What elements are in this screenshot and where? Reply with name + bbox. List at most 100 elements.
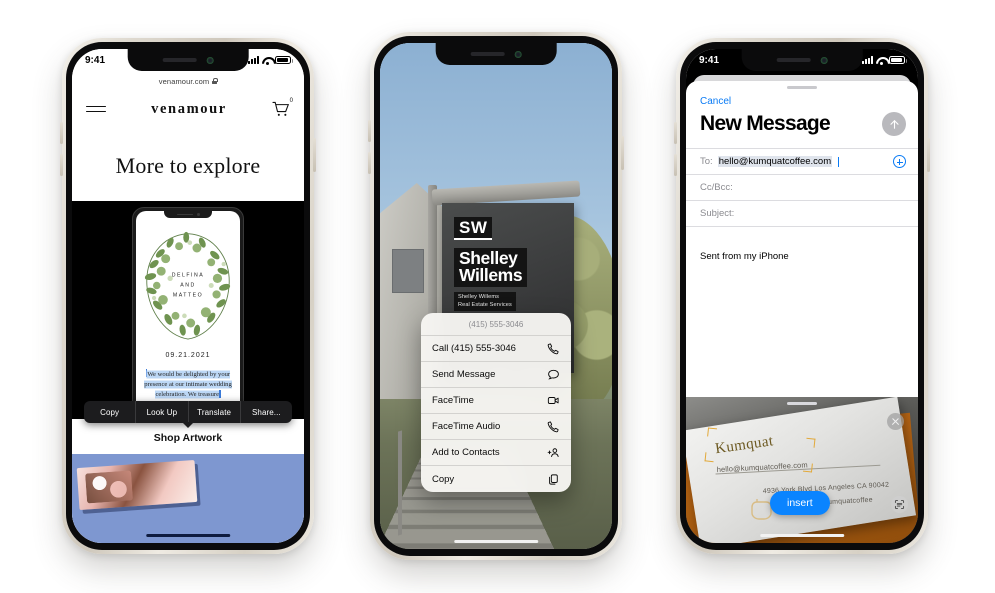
menu-item-copy[interactable]: Copy (84, 401, 137, 423)
handrail-background (398, 430, 402, 536)
to-field-row[interactable]: To: hello@kumquatcoffee.com (686, 149, 918, 176)
camera-viewfinder: SW Shelley Willems Shelley Willems Real … (380, 43, 612, 549)
context-item-send-message[interactable]: Send Message (421, 362, 571, 388)
volume-down-button-3[interactable] (674, 154, 677, 176)
copy-icon (549, 473, 558, 485)
product-showcase: DELFINA AND MATTEO 09.21.2021 We would b… (72, 201, 304, 419)
close-x-icon[interactable] (887, 413, 904, 430)
phone-screen-3: 9:41 Cancel New Message To: hello@kumqua… (686, 49, 918, 543)
send-button[interactable] (882, 112, 906, 137)
invite-name-1: DELFINA (171, 271, 205, 278)
sign-name-line2: Willems (459, 265, 523, 286)
context-item-facetime-audio[interactable]: FaceTime Audio (421, 414, 571, 440)
context-item-copy-label: Copy (432, 473, 455, 485)
invite-name-2: MATTEO (172, 292, 204, 299)
selection-handle-end[interactable] (219, 389, 221, 398)
phone-bezel-3: 9:41 Cancel New Message To: hello@kumqua… (680, 42, 924, 550)
cc-bcc-field-row[interactable]: Cc/Bcc: (686, 175, 918, 202)
context-item-copy[interactable]: Copy (421, 466, 571, 492)
mini-phone-screen: DELFINA AND MATTEO 09.21.2021 We would b… (136, 211, 240, 415)
subject-field-row[interactable]: Subject: (686, 201, 918, 228)
context-item-send-message-label: Send Message (432, 369, 496, 380)
mail-body-signature[interactable]: Sent from my iPhone (686, 227, 918, 262)
phone-screen-2: SW Shelley Willems Shelley Willems Real … (380, 43, 612, 549)
site-logo[interactable]: venamour (151, 101, 227, 118)
status-icons (248, 56, 293, 65)
shopping-cart-icon[interactable]: 0 (272, 98, 293, 117)
hamburger-menu-icon[interactable] (86, 105, 106, 113)
scanner-grabber[interactable] (787, 402, 817, 406)
cc-bcc-label: Cc/Bcc: (700, 182, 733, 194)
phone-screen-1: 9:41 venamour.com venamour 0 More to exp… (72, 49, 304, 543)
home-indicator-2[interactable] (454, 539, 538, 543)
battery-icon (275, 56, 293, 64)
cellular-bars-icon (862, 56, 873, 64)
screenshot-canvas: 9:41 venamour.com venamour 0 More to exp… (0, 0, 995, 593)
phone-icon (547, 421, 559, 433)
phone-device-2: SW Shelley Willems Shelley Willems Real … (368, 32, 624, 560)
live-text-scan-icon[interactable] (891, 496, 908, 513)
sign-sub-line1: Shelley Willems (458, 294, 499, 301)
url-text: venamour.com (158, 76, 210, 86)
lock-icon (212, 78, 219, 84)
invitation-names: DELFINA AND MATTEO (136, 270, 240, 301)
invitation-body-text[interactable]: We would be delighted by your presence a… (136, 369, 240, 401)
page-title: More to explore (115, 153, 261, 178)
phone-device-1: 9:41 venamour.com venamour 0 More to exp… (60, 38, 316, 554)
context-item-call[interactable]: Call (415) 555-3046 (421, 336, 571, 362)
artwork-banner[interactable] (72, 454, 304, 543)
earpiece-speaker (162, 58, 197, 62)
to-input[interactable]: hello@kumquatcoffee.com (717, 156, 833, 168)
earpiece-speaker-2 (470, 52, 505, 56)
home-indicator-1[interactable] (146, 533, 230, 537)
context-item-facetime[interactable]: FaceTime (421, 388, 571, 414)
sign-subtitle: Shelley Willems Real Estate Services (454, 292, 516, 312)
compose-sheet: Cancel New Message To: hello@kumquatcoff… (686, 81, 918, 397)
phone-number-context-menu[interactable]: (415) 555-3046 Call (415) 555-3046 Send … (421, 313, 571, 492)
context-menu-header: (415) 555-3046 (421, 313, 571, 336)
sign-monogram: SW (454, 217, 493, 240)
front-camera-icon (206, 56, 214, 64)
live-text-scanner-panel: Kumquat hello@kumquatcoffee.com 4936 Yor… (686, 397, 918, 543)
safari-url-bar[interactable]: venamour.com (72, 71, 304, 91)
volume-up-button-2[interactable] (368, 120, 371, 142)
phone-device-3: 9:41 Cancel New Message To: hello@kumqua… (674, 38, 930, 554)
phone-icon (547, 343, 559, 355)
text-caret (837, 156, 839, 167)
context-item-call-label: Call (415) 555-3046 (432, 343, 516, 354)
invite-name-and: AND (180, 282, 196, 289)
home-indicator-3[interactable] (760, 533, 844, 537)
power-button[interactable] (313, 138, 316, 172)
status-time: 9:41 (85, 54, 106, 66)
message-bubble-icon (548, 369, 559, 380)
safari-page: venamour.com venamour 0 More to explore … (72, 49, 304, 543)
power-button-2[interactable] (621, 136, 624, 170)
recipient-fields: To: hello@kumquatcoffee.com Cc/Bcc: Subj… (686, 148, 918, 228)
volume-up-button-3[interactable] (674, 122, 677, 144)
text-selection-menu[interactable]: Copy Look Up Translate Share... (84, 401, 292, 423)
floral-wreath-illustration: DELFINA AND MATTEO (136, 223, 240, 348)
add-contact-plus-icon[interactable] (893, 155, 906, 169)
volume-down-button[interactable] (60, 154, 63, 176)
menu-item-look-up[interactable]: Look Up (136, 401, 189, 423)
add-person-icon (547, 448, 559, 458)
phone-bezel-2: SW Shelley Willems Shelley Willems Real … (374, 36, 618, 556)
volume-up-button[interactable] (60, 122, 63, 144)
power-button-3[interactable] (927, 138, 930, 172)
cancel-button[interactable]: Cancel (686, 89, 918, 107)
send-arrow-up-icon (889, 120, 899, 129)
insert-button[interactable]: insert (770, 491, 830, 515)
context-item-add-to-contacts[interactable]: Add to Contacts (421, 440, 571, 466)
front-camera-icon-2 (514, 50, 522, 58)
menu-item-translate[interactable]: Translate (189, 401, 241, 423)
phone-bezel-1: 9:41 venamour.com venamour 0 More to exp… (66, 42, 310, 550)
cart-count-badge: 0 (289, 98, 293, 104)
compose-header: New Message (686, 107, 918, 137)
to-label: To: (700, 156, 713, 168)
context-item-add-to-contacts-label: Add to Contacts (432, 447, 500, 458)
front-camera-icon-3 (820, 56, 828, 64)
notch-3 (741, 49, 863, 71)
menu-item-share[interactable]: Share... (241, 401, 292, 423)
volume-down-button-2[interactable] (368, 152, 371, 174)
floral-card-photo (76, 459, 198, 511)
